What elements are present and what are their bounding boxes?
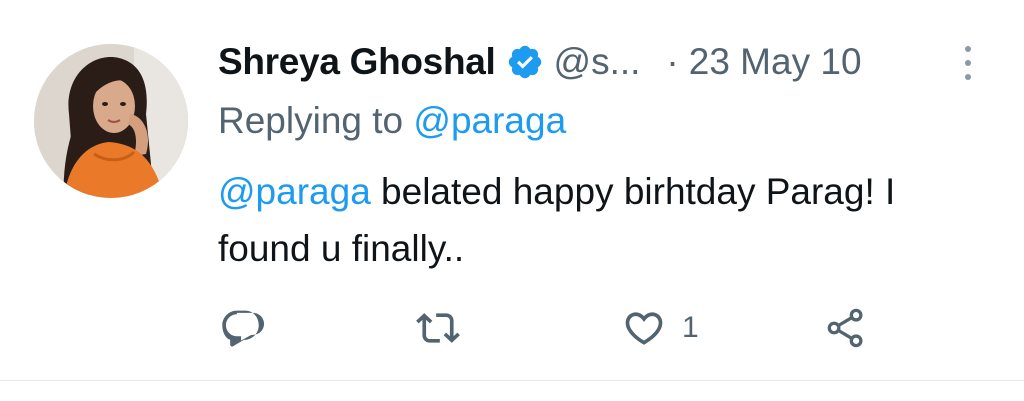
tweet-header: Shreya Ghoshal @s... · 23 May 10 <box>218 40 862 84</box>
tweet-date[interactable]: 23 May 10 <box>689 41 862 83</box>
body-mention[interactable]: @paraga <box>218 171 371 212</box>
author-name[interactable]: Shreya Ghoshal <box>218 41 496 83</box>
share-button[interactable] <box>824 300 868 356</box>
tweet-actions: 1 <box>0 300 1024 356</box>
retweet-button[interactable] <box>416 300 460 356</box>
like-button[interactable]: 1 <box>622 300 699 356</box>
author-handle[interactable]: @s... <box>554 41 641 83</box>
verified-badge-icon <box>506 43 544 81</box>
more-dot <box>965 46 971 52</box>
tweet-body: @paraga belated happy birhtday Parag! I … <box>218 163 998 277</box>
avatar[interactable] <box>34 44 188 198</box>
more-options-icon[interactable] <box>956 44 980 82</box>
retweet-icon <box>416 313 460 343</box>
replying-prefix: Replying to <box>218 100 414 141</box>
like-count: 1 <box>682 311 699 344</box>
reply-icon <box>222 310 264 347</box>
share-icon <box>827 308 863 348</box>
reply-button[interactable] <box>220 300 264 356</box>
replying-to-mention[interactable]: @paraga <box>413 100 566 141</box>
avatar-image <box>34 44 188 198</box>
tweet-divider <box>0 380 1024 381</box>
header-separator: · <box>666 41 679 82</box>
more-dot <box>965 74 971 80</box>
tweet-card[interactable]: Shreya Ghoshal @s... · 23 May 10 Replyin… <box>0 0 1024 401</box>
more-dot <box>965 60 971 66</box>
like-icon <box>625 312 663 345</box>
replying-to-line: Replying to @paraga <box>218 100 566 142</box>
